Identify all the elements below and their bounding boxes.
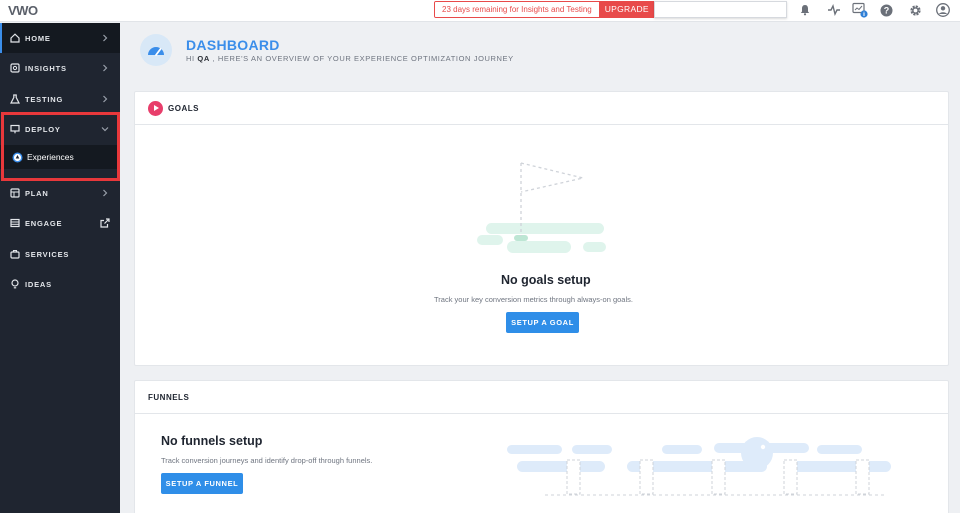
- sidebar-item-insights[interactable]: INSIGHTS: [0, 53, 120, 83]
- services-icon: [10, 249, 20, 259]
- activity-icon[interactable]: [826, 2, 842, 18]
- setup-funnel-button[interactable]: SETUP A FUNNEL: [161, 473, 243, 494]
- goals-title: GOALS: [168, 103, 199, 113]
- sidebar-item-label: SERVICES: [25, 249, 70, 259]
- page-title: DASHBOARD: [186, 37, 280, 53]
- help-icon[interactable]: ?: [878, 2, 894, 18]
- bulb-icon: [10, 279, 20, 289]
- sidebar-item-plan[interactable]: PLAN: [0, 178, 120, 208]
- user-name: QA: [197, 54, 210, 63]
- upgrade-button[interactable]: UPGRADE: [598, 2, 655, 17]
- sidebar-item-label: ENGAGE: [25, 218, 63, 228]
- goals-card-header: GOALS: [135, 92, 948, 125]
- flask-icon: [10, 94, 20, 104]
- funnels-card-header: FUNNELS: [135, 381, 948, 414]
- chevron-right-icon: [103, 95, 108, 103]
- vwo-logo[interactable]: VWO: [8, 3, 38, 18]
- sidebar: HOME INSIGHTS TESTING DEPLOY Experiences…: [0, 23, 120, 513]
- chevron-right-icon: [103, 34, 108, 42]
- deploy-highlight-box: [1, 112, 120, 181]
- goals-flag-illustration: [477, 162, 606, 253]
- sidebar-item-home[interactable]: HOME: [0, 23, 120, 53]
- sidebar-item-testing[interactable]: TESTING: [0, 84, 120, 114]
- sidebar-item-engage[interactable]: ENGAGE: [0, 208, 120, 238]
- sidebar-item-services[interactable]: SERVICES: [0, 239, 120, 269]
- sidebar-item-label: TESTING: [25, 94, 64, 104]
- funnels-empty-description: Track conversion journeys and identify d…: [161, 456, 373, 465]
- top-search-box[interactable]: [654, 1, 787, 18]
- sidebar-item-label: INSIGHTS: [25, 63, 67, 73]
- goals-empty-title: No goals setup: [501, 273, 591, 287]
- plan-icon: [10, 188, 20, 198]
- sidebar-item-ideas[interactable]: IDEAS: [0, 269, 120, 299]
- goals-card: GOALS No goals setup Track your key conv…: [134, 91, 949, 366]
- page-subtitle: HI QA , HERE'S AN OVERVIEW OF YOUR EXPER…: [186, 54, 514, 63]
- goals-play-icon: [148, 100, 163, 116]
- bell-icon[interactable]: [797, 2, 813, 18]
- sidebar-item-label: PLAN: [25, 188, 49, 198]
- trial-message: 23 days remaining for Insights and Testi…: [435, 2, 599, 17]
- funnels-title: FUNNELS: [148, 392, 190, 402]
- chevron-right-icon: [103, 189, 108, 197]
- screen-info-icon[interactable]: [852, 2, 868, 18]
- settings-icon[interactable]: [907, 2, 923, 18]
- engage-icon: [10, 218, 20, 228]
- insights-icon: [10, 63, 20, 73]
- user-icon[interactable]: [935, 2, 951, 18]
- setup-goal-button[interactable]: SETUP A GOAL: [506, 312, 579, 333]
- dashboard-gauge-icon: [140, 34, 172, 66]
- funnels-card: FUNNELS No funnels setup Track conversio…: [134, 380, 949, 513]
- funnels-illustration: [507, 437, 891, 496]
- goals-empty-description: Track your key conversion metrics throug…: [434, 295, 633, 304]
- svg-text:?: ?: [883, 5, 889, 15]
- sidebar-item-label: IDEAS: [25, 279, 52, 289]
- sidebar-item-label: HOME: [25, 33, 51, 43]
- chevron-right-icon: [103, 64, 108, 72]
- top-bar: VWO 23 days remaining for Insights and T…: [0, 0, 960, 22]
- external-link-icon: [100, 218, 110, 228]
- trial-banner: 23 days remaining for Insights and Testi…: [434, 1, 656, 18]
- funnels-empty-title: No funnels setup: [161, 434, 263, 448]
- home-icon: [10, 33, 20, 43]
